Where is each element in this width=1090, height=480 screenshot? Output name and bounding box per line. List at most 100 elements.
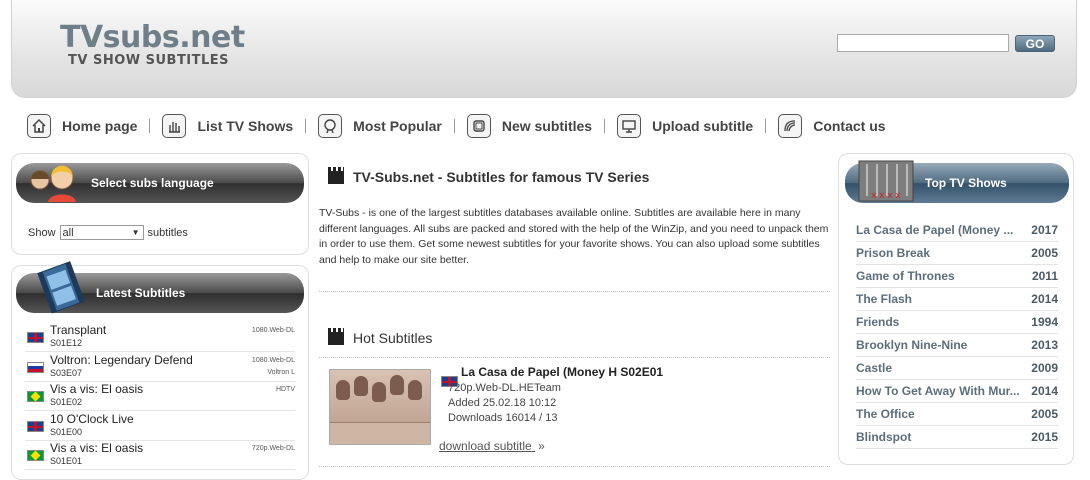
nav-home-label: Home page [62,118,138,134]
top-show-name[interactable]: Friends [856,315,899,329]
top-show-name[interactable]: Prison Break [856,246,930,260]
brazil-flag-icon [27,391,44,402]
top-show-year: 1994 [1031,315,1058,329]
subtitle-show-title[interactable]: Vis a vis: El oasis [50,441,143,455]
subtitles-label: subtitles [147,226,188,239]
monitor-icon [617,114,642,138]
uk-flag-icon [27,421,44,432]
popular-icon [318,114,343,138]
site-logo[interactable]: TVsubs.net TV SHOW SUBTITLES [60,22,245,68]
language-panel-title: Select subs language [91,176,214,190]
subtitle-episode: S01E02 [50,397,83,407]
hot-subtitle-downloads: Downloads 16014 / 13 [448,412,558,424]
download-subtitle-link[interactable]: download subtitle » [439,439,545,453]
top-show-row[interactable]: Prison Break 2005 [856,242,1058,265]
poster-figure [408,380,422,400]
nav-home[interactable]: Home page [27,113,137,139]
film-strip-icon [37,261,85,314]
top-show-name[interactable]: Blindspot [856,430,911,444]
language-selector-row: Show all ▼ subtitles [28,225,188,240]
latest-subtitle-item[interactable]: Transplant S01E12 1080.Web-DL [25,323,295,352]
nav-upload-label: Upload subtitle [652,118,754,134]
hot-subtitles-title: Hot Subtitles [353,330,433,346]
hot-subtitle-poster[interactable] [329,369,431,445]
nav-most-popular[interactable]: Most Popular [318,113,442,139]
uk-flag-icon [27,332,44,343]
top-show-row[interactable]: Game of Thrones 2011 [856,265,1058,288]
hot-subtitle-release: 720p.Web-DL.HETeam [448,382,561,394]
document-icon [466,114,491,138]
nav-list-tv-shows[interactable]: List TV Shows [162,113,293,139]
top-show-year: 2014 [1031,292,1058,306]
top-show-name[interactable]: Castle [856,361,892,375]
nav-divider [765,119,767,133]
page-title: TV-Subs.net - Subtitles for famous TV Se… [328,166,650,185]
subtitle-quality: HDTV [275,386,295,393]
top-show-row[interactable]: The Flash 2014 [856,288,1058,311]
top-show-name[interactable]: How To Get Away With Mur... [856,384,1020,398]
subtitle-episode: S01E00 [50,427,83,437]
go-button[interactable]: GO [1015,35,1055,52]
latest-subtitles-panel: Latest Subtitles Transplant S01E12 1080.… [11,261,309,480]
latest-subtitles-title: Latest Subtitles [96,286,186,300]
divider [319,466,830,467]
bar-chart-icon: x x x x [858,160,914,202]
latest-subtitle-item[interactable]: Vis a vis: El oasis S01E01 720p.Web-DL [25,441,295,470]
search-input[interactable] [837,34,1009,52]
latest-subtitle-item[interactable]: 10 O'Clock Live S01E00 [25,412,295,441]
latest-subtitle-item[interactable]: Voltron: Legendary Defend S03E07 1080.We… [25,353,295,382]
divider [319,291,830,292]
subtitle-show-title[interactable]: Voltron: Legendary Defend [50,353,193,367]
top-show-year: 2005 [1031,246,1058,260]
hot-subtitle-name[interactable]: La Casa de Papel (Money H S02E01 [439,365,664,387]
nav-contact-label: Contact us [813,118,886,134]
subtitle-show-title[interactable]: Vis a vis: El oasis [50,382,143,396]
top-show-row[interactable]: Blindspot 2015 [856,426,1058,449]
poster-figure [390,375,404,395]
language-select-value: all [62,226,74,239]
top-show-row[interactable]: La Casa de Papel (Money ... 2017 [856,219,1058,242]
top-show-name[interactable]: The Office [856,407,915,421]
nav-divider [453,119,455,133]
hot-subtitle-title: La Casa de Papel (Money H S02E01 [461,365,664,379]
subtitle-quality: 1080.Web-DL [251,327,295,334]
divider [319,357,830,358]
intro-text: TV-Subs - is one of the largest subtitle… [319,207,829,266]
nav-divider [305,119,307,133]
nav-contact-us[interactable]: Contact us [778,113,886,139]
svg-text:x x x x: x x x x [871,191,902,201]
top-show-row[interactable]: How To Get Away With Mur... 2014 [856,380,1058,403]
subtitle-episode: S03E07 [50,368,83,378]
subtitle-episode: S01E01 [50,456,83,466]
poster-figure [336,380,350,400]
top-show-year: 2013 [1031,338,1058,352]
top-show-year: 2011 [1031,269,1058,283]
top-show-name[interactable]: The Flash [856,292,912,306]
top-show-year: 2009 [1031,361,1058,375]
poster-figure [354,376,368,396]
subtitle-show-title[interactable]: Transplant [50,323,106,337]
top-show-row[interactable]: The Office 2005 [856,403,1058,426]
top-show-year: 2015 [1031,430,1058,444]
latest-subtitle-item[interactable]: Vis a vis: El oasis S01E02 HDTV [25,382,295,411]
top-show-year: 2014 [1031,384,1058,398]
main-nav: Home page List TV Shows Most Popular New… [27,113,886,139]
subtitle-team: Voltron L [267,369,295,376]
nav-list-label: List TV Shows [197,118,294,134]
double-arrow-icon: » [538,439,545,453]
top-show-row[interactable]: Friends 1994 [856,311,1058,334]
top-show-row[interactable]: Castle 2009 [856,357,1058,380]
nav-popular-label: Most Popular [353,118,442,134]
top-show-name[interactable]: Brooklyn Nine-Nine [856,338,967,352]
russia-flag-icon [27,362,44,373]
top-show-year: 2017 [1031,223,1058,237]
nav-new-subtitles[interactable]: New subtitles [466,113,592,139]
subtitle-show-title[interactable]: 10 O'Clock Live [50,412,134,426]
page-title-text: TV-Subs.net - Subtitles for famous TV Se… [353,169,650,185]
nav-upload-subtitle[interactable]: Upload subtitle [617,113,753,139]
language-select[interactable]: all ▼ [59,225,144,240]
top-show-name[interactable]: La Casa de Papel (Money ... [856,223,1013,237]
top-show-name[interactable]: Game of Thrones [856,269,955,283]
site-header: TVsubs.net TV SHOW SUBTITLES GO [11,0,1077,98]
top-show-row[interactable]: Brooklyn Nine-Nine 2013 [856,334,1058,357]
